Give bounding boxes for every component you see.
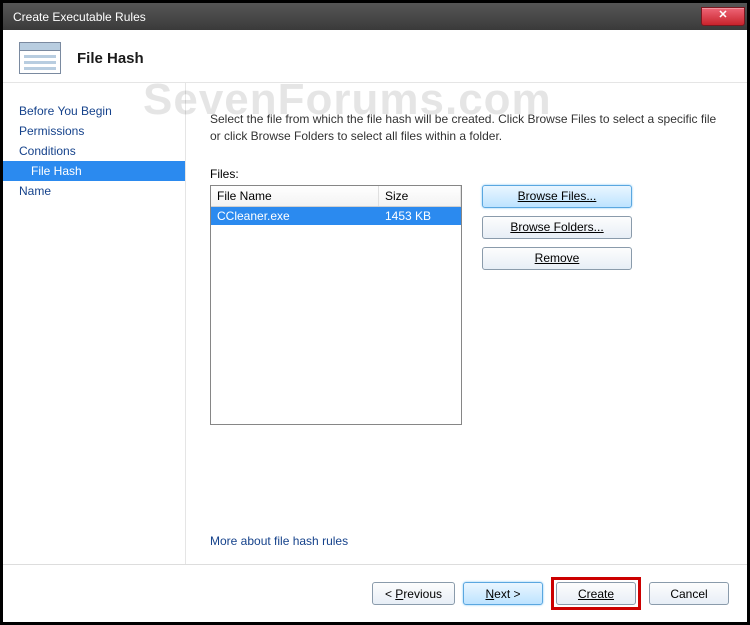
nav-permissions[interactable]: Permissions [3,121,185,141]
create-button[interactable]: Create [556,582,636,605]
col-file-name[interactable]: File Name [211,186,379,206]
nav-name[interactable]: Name [3,181,185,201]
browse-files-button[interactable]: Browse Files... [482,185,632,208]
close-button[interactable]: ✕ [701,7,745,26]
title-bar: Create Executable Rules ✕ [3,3,747,30]
page-title: File Hash [77,50,144,67]
files-label: Files: [210,167,727,181]
files-listbox[interactable]: File Name Size CCleaner.exe 1453 KB [210,185,462,425]
header-band: File Hash [3,30,747,83]
dialog-window: Create Executable Rules ✕ File Hash Seve… [0,0,750,625]
nav-before-you-begin[interactable]: Before You Begin [3,101,185,121]
window-title: Create Executable Rules [13,10,701,24]
file-actions: Browse Files... Browse Folders... Remove [482,185,632,270]
wizard-nav: Before You Begin Permissions Conditions … [3,83,186,564]
cell-size: 1453 KB [379,207,461,225]
cell-file-name: CCleaner.exe [211,207,379,225]
files-row: File Name Size CCleaner.exe 1453 KB Brow… [210,185,727,425]
body: SevenForums.com Before You Begin Permiss… [3,83,747,564]
nav-conditions[interactable]: Conditions [3,141,185,161]
create-highlight: Create [551,577,641,610]
remove-button[interactable]: Remove [482,247,632,270]
next-button[interactable]: Next > [463,582,543,605]
file-hash-icon [19,42,61,74]
browse-folders-button[interactable]: Browse Folders... [482,216,632,239]
col-size[interactable]: Size [379,186,461,206]
previous-button[interactable]: < Previous [372,582,455,605]
cancel-button[interactable]: Cancel [649,582,729,605]
table-row[interactable]: CCleaner.exe 1453 KB [211,207,461,225]
instruction-text: Select the file from which the file hash… [210,111,727,145]
list-header: File Name Size [211,186,461,207]
more-info-link[interactable]: More about file hash rules [210,534,727,548]
wizard-footer: < Previous Next > Create Cancel [3,564,747,622]
nav-file-hash[interactable]: File Hash [3,161,185,181]
content-panel: Select the file from which the file hash… [186,83,747,564]
